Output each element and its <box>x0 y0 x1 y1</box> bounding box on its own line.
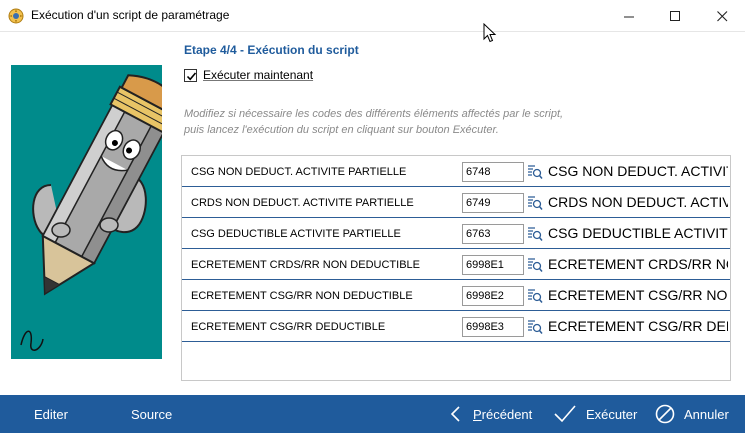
pencil-mascot-icon <box>20 74 162 351</box>
row-label: ECRETEMENT CSG/RR DEDUCTIBLE <box>191 321 386 333</box>
source-button[interactable]: Source <box>131 395 172 433</box>
row-description: ECRETEMENT CSG/RR NON DEDUCTIBLE <box>548 287 728 303</box>
previous-button[interactable]: Précédent <box>448 395 532 433</box>
execute-button[interactable]: Exécuter <box>553 395 637 433</box>
code-input[interactable]: 6748 <box>462 162 524 182</box>
editer-button[interactable]: Editer <box>34 395 68 433</box>
row-label: ECRETEMENT CSG/RR NON DEDUCTIBLE <box>191 290 413 302</box>
maximize-button[interactable] <box>652 0 698 32</box>
lookup-icon[interactable] <box>527 226 543 242</box>
execute-now-checkbox[interactable]: Exécuter maintenant <box>184 68 313 82</box>
window-title: Exécution d'un script de paramétrage <box>31 8 230 22</box>
chevron-left-icon <box>450 406 460 422</box>
help-line-2: puis lancez l'exécution du script en cli… <box>184 124 499 136</box>
table-row: ECRETEMENT CSG/RR NON DEDUCTIBLE 6998E2 … <box>182 280 730 311</box>
code-input[interactable]: 6998E2 <box>462 286 524 306</box>
cancel-button[interactable]: Annuler <box>655 395 729 433</box>
code-input[interactable]: 6998E3 <box>462 317 524 337</box>
help-line-1: Modifiez si nécessaire les codes des dif… <box>184 108 564 120</box>
script-app-icon <box>8 8 24 24</box>
code-input[interactable]: 6749 <box>462 193 524 213</box>
previous-label: Précédent <box>473 407 532 422</box>
previous-label-rest: récédent <box>481 406 533 422</box>
lookup-icon[interactable] <box>527 164 543 180</box>
row-description: CSG DEDUCTIBLE ACTIVITE PARTIELLE <box>548 225 728 241</box>
row-description: ECRETEMENT CRDS/RR NON DEDUCTIBLE <box>548 256 728 272</box>
table-row: ECRETEMENT CSG/RR DEDUCTIBLE 6998E3 ECRE… <box>182 311 730 342</box>
maximize-icon <box>669 10 680 21</box>
lookup-icon[interactable] <box>527 288 543 304</box>
row-description: CSG NON DEDUCT. ACTIVITE PARTIELLE <box>548 163 728 179</box>
code-input[interactable]: 6763 <box>462 224 524 244</box>
row-description: CRDS NON DEDUCT. ACTIVITE PARTIELLE <box>548 194 728 210</box>
elements-grid: CSG NON DEDUCT. ACTIVITE PARTIELLE 6748 … <box>181 155 731 381</box>
pencil-illustration <box>11 65 162 359</box>
lookup-icon[interactable] <box>527 195 543 211</box>
row-description: ECRETEMENT CSG/RR DEDUCTIBLE <box>548 318 728 334</box>
table-row: ECRETEMENT CRDS/RR NON DEDUCTIBLE 6998E1… <box>182 249 730 280</box>
close-icon <box>716 10 727 21</box>
table-row: CRDS NON DEDUCT. ACTIVITE PARTIELLE 6749… <box>182 187 730 218</box>
close-button[interactable] <box>699 0 745 32</box>
lookup-icon[interactable] <box>527 257 543 273</box>
row-label: ECRETEMENT CRDS/RR NON DEDUCTIBLE <box>191 259 420 271</box>
help-text: Modifiez si nécessaire les codes des dif… <box>184 106 704 138</box>
table-row: CSG DEDUCTIBLE ACTIVITE PARTIELLE 6763 C… <box>182 218 730 249</box>
minimize-button[interactable] <box>606 0 652 32</box>
checkbox-box[interactable] <box>184 68 197 82</box>
cancel-label: Annuler <box>684 406 729 422</box>
action-bar: Editer Source Précédent Exécuter Annuler <box>0 395 745 433</box>
cancel-circle-icon <box>655 404 675 424</box>
row-label: CSG DEDUCTIBLE ACTIVITE PARTIELLE <box>191 228 401 240</box>
mouse-pointer-icon <box>483 23 497 43</box>
step-title: Etape 4/4 - Exécution du script <box>184 43 359 57</box>
row-label: CRDS NON DEDUCT. ACTIVITE PARTIELLE <box>191 197 414 209</box>
execute-label: Exécuter <box>586 406 638 422</box>
title-bar: Exécution d'un script de paramétrage <box>0 0 745 32</box>
lookup-icon[interactable] <box>527 319 543 335</box>
previous-label-mnemonic: P <box>473 406 482 422</box>
code-input[interactable]: 6998E1 <box>462 255 524 275</box>
checkmark-icon <box>554 405 576 423</box>
checkmark-icon <box>186 71 197 80</box>
row-label: CSG NON DEDUCT. ACTIVITE PARTIELLE <box>191 166 407 178</box>
minimize-icon <box>623 16 634 17</box>
table-row: CSG NON DEDUCT. ACTIVITE PARTIELLE 6748 … <box>182 156 730 187</box>
execute-now-label[interactable]: Exécuter maintenant <box>203 68 313 82</box>
